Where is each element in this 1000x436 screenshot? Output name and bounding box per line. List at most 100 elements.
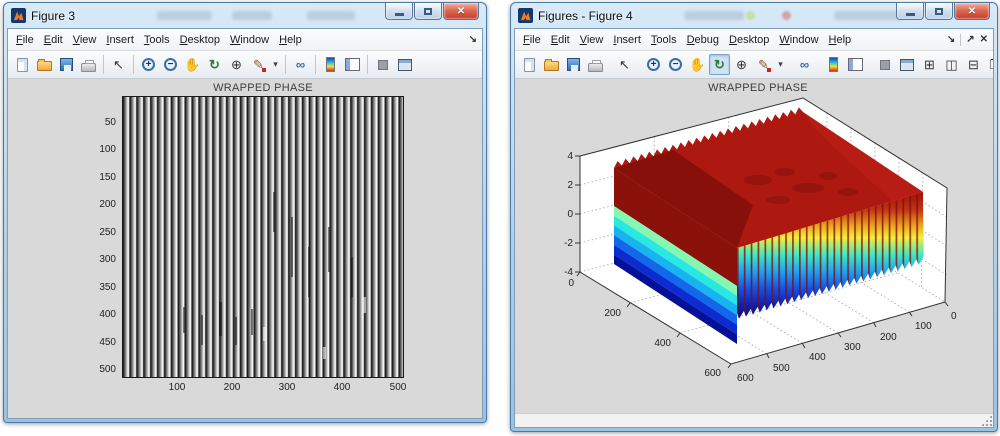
menu-window[interactable]: Window bbox=[225, 31, 274, 49]
wrapped-phase-image[interactable] bbox=[122, 96, 404, 378]
brush-button[interactable]: ✎ bbox=[248, 54, 269, 75]
titlebar-ghost bbox=[746, 11, 755, 20]
undock-figure-icon[interactable]: ↗ bbox=[966, 34, 974, 45]
menu-tools[interactable]: Tools bbox=[646, 31, 682, 49]
titlebar-ghost bbox=[834, 11, 904, 20]
legend-icon bbox=[345, 58, 360, 71]
close-button[interactable]: ✕ bbox=[443, 3, 479, 20]
menu-view[interactable]: View bbox=[575, 31, 609, 49]
minimize-button[interactable] bbox=[385, 3, 413, 20]
brush-dropdown-button[interactable]: ▾ bbox=[270, 54, 281, 75]
dock-figure-icon[interactable]: ↘ bbox=[469, 34, 477, 45]
menu-help[interactable]: Help bbox=[824, 31, 857, 49]
hide-plot-tools-button[interactable] bbox=[874, 54, 895, 75]
print-icon bbox=[81, 63, 96, 72]
plot-title: WRAPPED PHASE bbox=[523, 82, 993, 94]
save-button[interactable] bbox=[56, 54, 77, 75]
insert-colorbar-button[interactable] bbox=[823, 54, 844, 75]
pan-button[interactable]: ✋ bbox=[687, 54, 708, 75]
y-tick: 400 bbox=[809, 352, 826, 363]
tile-float-button[interactable]: ❐ bbox=[985, 54, 994, 75]
insert-colorbar-button[interactable] bbox=[320, 54, 341, 75]
link-plot-button[interactable]: ∞ bbox=[290, 54, 311, 75]
rotate-3d-button[interactable]: ↻ bbox=[709, 54, 730, 75]
close-button[interactable]: ✕ bbox=[954, 3, 990, 20]
tile-top-bottom-button[interactable]: ⊟ bbox=[963, 54, 984, 75]
y-tick: 400 bbox=[86, 309, 116, 320]
show-plot-tools-button[interactable] bbox=[896, 54, 917, 75]
tile-left-right-button[interactable]: ◫ bbox=[941, 54, 962, 75]
pointer-button[interactable]: ↖ bbox=[108, 54, 129, 75]
menu-edit[interactable]: Edit bbox=[546, 31, 575, 49]
y-tick: 50 bbox=[86, 117, 116, 128]
zoom-in-button[interactable]: + bbox=[138, 54, 159, 75]
menu-insert[interactable]: Insert bbox=[608, 31, 646, 49]
menu-debug[interactable]: Debug bbox=[682, 31, 724, 49]
x-tick: 400 bbox=[322, 382, 362, 393]
figure-canvas: WRAPPED PHASE 50 100 150 200 250 bbox=[8, 79, 482, 418]
hide-plot-tools-button[interactable] bbox=[372, 54, 393, 75]
open-file-button[interactable] bbox=[34, 54, 55, 75]
x-tick: 200 bbox=[604, 308, 621, 319]
resize-grip[interactable] bbox=[981, 415, 992, 426]
save-button[interactable] bbox=[563, 54, 584, 75]
rotate-3d-button[interactable]: ↻ bbox=[204, 54, 225, 75]
pointer-button[interactable]: ↖ bbox=[614, 54, 635, 75]
menu-file[interactable]: File bbox=[518, 31, 546, 49]
new-figure-button[interactable] bbox=[519, 54, 540, 75]
menu-tools[interactable]: Tools bbox=[139, 31, 175, 49]
menu-view[interactable]: View bbox=[68, 31, 102, 49]
titlebar-figure-3[interactable]: Figure 3 ✕ bbox=[7, 3, 483, 28]
menu-desktop[interactable]: Desktop bbox=[724, 31, 774, 49]
menubar: File Edit View Insert Tools Desktop Wind… bbox=[8, 29, 482, 51]
y-tick: 0 bbox=[951, 311, 957, 322]
titlebar-figures[interactable]: Figures - Figure 4 ✕ bbox=[514, 3, 994, 28]
menu-edit[interactable]: Edit bbox=[39, 31, 68, 49]
open-file-button[interactable] bbox=[541, 54, 562, 75]
show-plot-tools-button[interactable] bbox=[394, 54, 415, 75]
new-figure-button[interactable] bbox=[12, 54, 33, 75]
y-tick: 300 bbox=[844, 342, 861, 353]
menu-insert[interactable]: Insert bbox=[101, 31, 139, 49]
insert-legend-button[interactable] bbox=[342, 54, 363, 75]
minimize-button[interactable] bbox=[896, 3, 924, 20]
data-cursor-icon: ⊕ bbox=[736, 57, 747, 73]
colorbar-icon bbox=[326, 57, 335, 72]
wrapped-phase-surface-plot[interactable]: 4 2 0 -2 -4 0 200 400 600 600 500 bbox=[523, 80, 993, 390]
menu-file[interactable]: File bbox=[11, 31, 39, 49]
menu-desktop[interactable]: Desktop bbox=[175, 31, 225, 49]
tile-top-bottom-icon: ⊟ bbox=[968, 57, 979, 73]
link-plot-button[interactable]: ∞ bbox=[794, 54, 815, 75]
data-cursor-button[interactable]: ⊕ bbox=[731, 54, 752, 75]
restore-button[interactable] bbox=[414, 3, 442, 20]
restore-button[interactable] bbox=[925, 3, 953, 20]
tile-grid-button[interactable]: ⊞ bbox=[919, 54, 940, 75]
zoom-in-button[interactable]: + bbox=[643, 54, 664, 75]
zoom-out-button[interactable]: − bbox=[665, 54, 686, 75]
print-button[interactable] bbox=[585, 54, 606, 75]
link-icon: ∞ bbox=[296, 57, 305, 72]
zoom-in-icon: + bbox=[142, 58, 155, 71]
data-cursor-button[interactable]: ⊕ bbox=[226, 54, 247, 75]
y-tick: 500 bbox=[86, 364, 116, 375]
pointer-icon: ↖ bbox=[113, 57, 124, 73]
menu-window[interactable]: Window bbox=[774, 31, 823, 49]
figure-canvas: 4 2 0 -2 -4 0 200 400 600 600 500 bbox=[515, 79, 993, 413]
new-file-icon bbox=[524, 58, 535, 72]
brush-button[interactable]: ✎ bbox=[753, 54, 774, 75]
open-folder-icon bbox=[37, 61, 52, 71]
save-icon bbox=[567, 58, 580, 71]
dock-figure-icon[interactable]: ↘ bbox=[947, 34, 955, 45]
print-button[interactable] bbox=[78, 54, 99, 75]
close-figure-icon[interactable]: ✕ bbox=[980, 34, 988, 45]
window-chrome: File Edit View Insert Tools Debug Deskto… bbox=[514, 28, 994, 428]
window-figure-3: Figure 3 ✕ File Edit View Insert Tools D… bbox=[3, 2, 487, 423]
rotate-3d-icon: ↻ bbox=[714, 57, 725, 73]
brush-dropdown-button[interactable]: ▾ bbox=[775, 54, 786, 75]
insert-legend-button[interactable] bbox=[845, 54, 866, 75]
zoom-out-button[interactable]: − bbox=[160, 54, 181, 75]
tile-grid-icon: ⊞ bbox=[924, 57, 935, 73]
pan-button[interactable]: ✋ bbox=[182, 54, 203, 75]
menu-help[interactable]: Help bbox=[274, 31, 307, 49]
titlebar-ghost bbox=[684, 11, 744, 20]
